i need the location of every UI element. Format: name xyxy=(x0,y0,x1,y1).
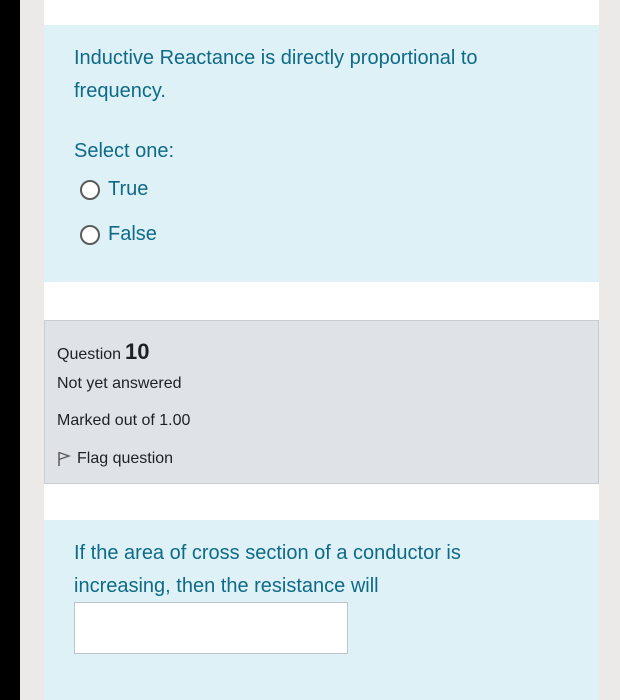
question-10-text: If the area of cross section of a conduc… xyxy=(74,542,461,597)
flag-icon xyxy=(58,451,71,466)
page-gutter-right xyxy=(599,0,620,700)
answer-input[interactable] xyxy=(74,602,348,654)
flag-question-link[interactable]: Flag question xyxy=(57,450,173,468)
radio-false[interactable] xyxy=(80,224,100,245)
spacer xyxy=(44,484,599,520)
question-state: Not yet answered xyxy=(57,375,182,392)
page-gutter-left xyxy=(20,0,44,700)
question-number-value: 10 xyxy=(125,339,150,364)
question-9-formulation: Inductive Reactance is directly proporti… xyxy=(44,25,599,282)
flag-question-label: Flag question xyxy=(77,450,174,467)
question-10-info: Question 10 Not yet answered Marked out o… xyxy=(44,320,599,484)
spacer xyxy=(44,282,599,320)
question-10-formulation: If the area of cross section of a conduc… xyxy=(44,520,599,700)
option-label-true: True xyxy=(108,178,149,200)
answer-option-true[interactable]: True xyxy=(80,178,148,201)
question-grade: Marked out of 1.00 xyxy=(57,412,191,429)
answer-option-false[interactable]: False xyxy=(80,223,157,246)
question-number: Question 10 xyxy=(57,339,150,365)
screen-edge xyxy=(0,0,20,700)
question-9-text: Inductive Reactance is directly proporti… xyxy=(74,47,478,102)
spacer xyxy=(44,0,599,25)
select-one-prompt: Select one: xyxy=(74,140,175,162)
radio-true[interactable] xyxy=(80,179,100,200)
option-label-false: False xyxy=(108,223,157,245)
question-label: Question xyxy=(57,346,122,363)
